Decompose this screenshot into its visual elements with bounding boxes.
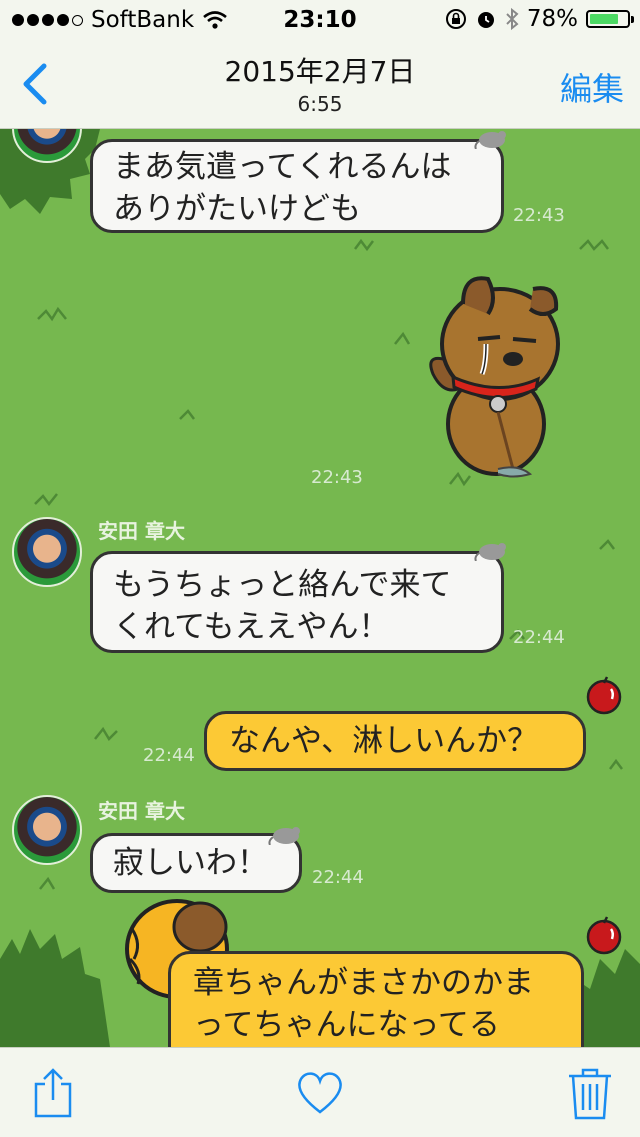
rat-icon bbox=[474, 131, 506, 149]
rat-icon bbox=[268, 827, 300, 845]
rat-icon bbox=[474, 543, 506, 561]
my-message-bubble[interactable]: 章ちゃんがまさかのかま ってちゃんになってる bbox=[168, 951, 584, 1047]
edit-button[interactable]: 編集 bbox=[560, 64, 624, 110]
battery-percent: 78% bbox=[526, 6, 578, 32]
message-line: まあ気遣ってくれるんは bbox=[113, 149, 452, 185]
message-line: ありがたいけども bbox=[113, 191, 361, 227]
sender-name: 安田 章大 bbox=[98, 519, 185, 543]
sender-name: 安田 章大 bbox=[98, 799, 185, 823]
status-bar: SoftBank 23:10 78% bbox=[0, 0, 640, 40]
bluetooth-icon bbox=[506, 7, 519, 31]
trash-icon[interactable] bbox=[565, 1066, 615, 1120]
my-message-bubble[interactable]: なんや、淋しいんか？ bbox=[204, 711, 586, 771]
page-title: 2015年2月7日 bbox=[224, 55, 416, 88]
message-bubble[interactable]: もうちょっと絡んで来て くれてもええやん！ bbox=[90, 551, 504, 653]
bottom-toolbar bbox=[0, 1047, 640, 1137]
message-line: もうちょっと絡んで来て bbox=[113, 567, 452, 603]
message-line: くれてもええやん！ bbox=[113, 609, 390, 645]
message-line: 寂しいわ！ bbox=[113, 845, 268, 881]
message-time: 22:44 bbox=[513, 627, 565, 648]
heart-icon[interactable] bbox=[295, 1066, 345, 1120]
apple-icon bbox=[586, 916, 622, 955]
rotation-lock-icon bbox=[445, 9, 466, 29]
chat-area[interactable]: まあ気遣ってくれるんは ありがたいけども 22:43 22:43 安田 章大 も… bbox=[0, 129, 640, 1047]
message-bubble[interactable]: まあ気遣ってくれるんは ありがたいけども bbox=[90, 139, 504, 233]
avatar[interactable] bbox=[12, 795, 82, 865]
message-time: 22:44 bbox=[143, 745, 195, 766]
status-right-group: 78% bbox=[445, 6, 634, 32]
message-time: 22:43 bbox=[513, 205, 565, 226]
message-time: 22:44 bbox=[312, 867, 364, 888]
message-line: なんや、淋しいんか？ bbox=[229, 723, 539, 759]
battery-icon bbox=[586, 10, 634, 28]
page-subtitle: 6:55 bbox=[297, 92, 343, 116]
message-time: 22:43 bbox=[311, 467, 363, 488]
share-icon[interactable] bbox=[28, 1066, 78, 1120]
message-line: ってちゃんになってる bbox=[193, 1007, 500, 1043]
alarm-icon bbox=[477, 12, 494, 28]
navigation-bar: 2015年2月7日 6:55 編集 bbox=[0, 40, 640, 129]
avatar[interactable] bbox=[12, 517, 82, 587]
crying-bear-sticker[interactable] bbox=[418, 269, 568, 484]
message-line: 章ちゃんがまさかのかま bbox=[193, 965, 534, 1001]
apple-icon bbox=[586, 676, 622, 715]
